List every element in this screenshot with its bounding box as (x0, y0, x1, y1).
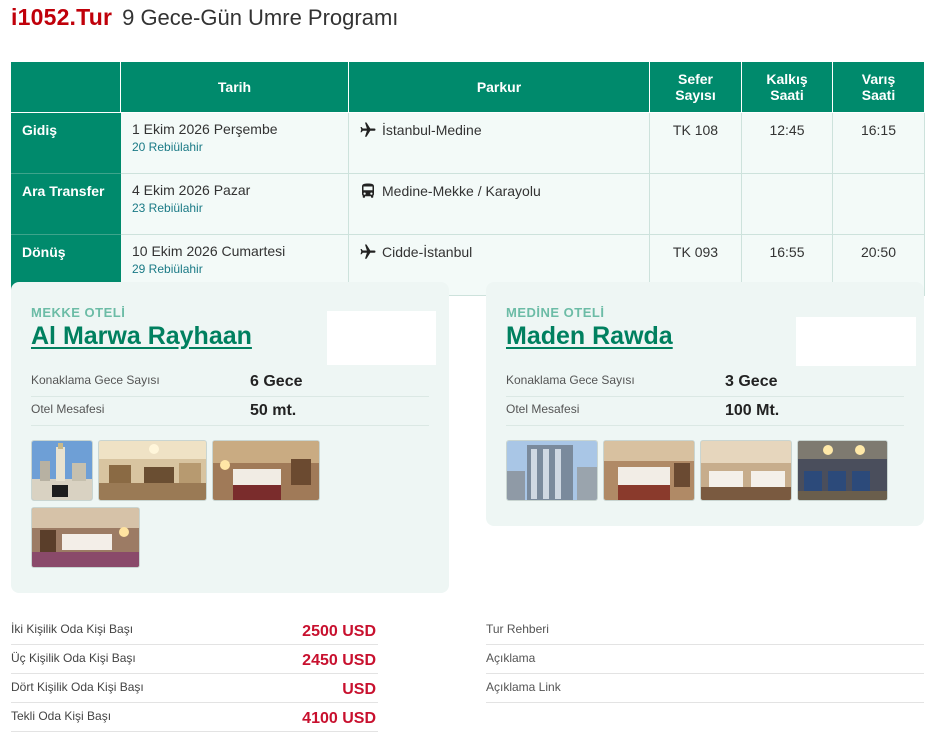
hotel-photo-thumbnail[interactable] (700, 440, 792, 501)
description-row: Açıklama (486, 644, 924, 674)
price-row: Üç Kişilik Oda Kişi Başı 2450 USD (11, 644, 378, 674)
tour-guide-label: Tur Rehberi (486, 622, 549, 636)
nights-label: Konaklama Gece Sayısı (506, 373, 635, 387)
hotel-photo-thumbnail[interactable] (98, 440, 207, 501)
hotel-logo (796, 317, 916, 366)
price-value: USD (342, 681, 376, 698)
distance-value: 100 Mt. (725, 402, 780, 419)
nights-value: 3 Gece (725, 373, 778, 390)
column-header-date: Tarih (120, 61, 349, 113)
row-label: Gidiş (11, 112, 121, 174)
column-header-departure: Kalkış Saati (741, 61, 833, 113)
hijri-date: 29 Rebiülahir (132, 262, 203, 276)
hotel-logo (327, 311, 436, 365)
column-header-route: Parkur (348, 61, 650, 113)
hotel-label: MEDİNE OTELİ (506, 305, 605, 320)
distance-label: Otel Mesafesi (31, 402, 105, 416)
hijri-date: 23 Rebiülahir (132, 201, 203, 215)
date-cell: 1 Ekim 2026 Perşembe 20 Rebiülahir (120, 112, 349, 174)
nights-value: 6 Gece (250, 373, 303, 390)
date-text: 1 Ekim 2026 Perşembe (132, 121, 278, 137)
route-cell: Medine-Mekke / Karayolu (348, 173, 650, 235)
table-header-row: Tarih Parkur Sefer Sayısı Kalkış Saati V… (11, 61, 925, 113)
price-value: 2450 USD (302, 652, 376, 669)
hotel-distance-row: Otel Mesafesi 50 mt. (31, 396, 429, 426)
nights-label: Konaklama Gece Sayısı (31, 373, 160, 387)
route-cell: İstanbul-Medine (348, 112, 650, 174)
flight-cell (649, 173, 742, 235)
distance-label: Otel Mesafesi (506, 402, 580, 416)
airplane-icon (360, 122, 376, 137)
column-header-empty (11, 61, 121, 113)
hotel-photo-thumbnail[interactable] (797, 440, 888, 501)
hotel-photo-thumbnail[interactable] (212, 440, 320, 501)
medine-hotel-card: MEDİNE OTELİ Maden Rawda Konaklama Gece … (486, 282, 924, 526)
departure-cell (741, 173, 833, 235)
price-value: 2500 USD (302, 623, 376, 640)
page-header: i1052.Tur 9 Gece-Gün Umre Programı (11, 4, 398, 34)
price-row: İki Kişilik Oda Kişi Başı 2500 USD (11, 615, 378, 645)
description-link-label: Açıklama Link (486, 680, 561, 694)
column-header-flight: Sefer Sayısı (649, 61, 742, 113)
date-cell: 4 Ekim 2026 Pazar 23 Rebiülahir (120, 173, 349, 235)
route-text: İstanbul-Medine (382, 122, 482, 138)
hotel-label: MEKKE OTELİ (31, 305, 126, 320)
price-label: Dört Kişilik Oda Kişi Başı (11, 680, 144, 694)
column-header-arrival: Varış Saati (832, 61, 925, 113)
description-label: Açıklama (486, 651, 536, 665)
arrival-cell: 16:15 (832, 112, 925, 174)
tour-code: i1052.Tur (11, 4, 113, 30)
bus-icon (362, 183, 374, 198)
date-text: 10 Ekim 2026 Cumartesi (132, 243, 286, 259)
price-value: 4100 USD (302, 710, 376, 727)
date-text: 4 Ekim 2026 Pazar (132, 182, 251, 198)
description-link-row: Açıklama Link (486, 673, 924, 703)
flight-cell: TK 108 (649, 112, 742, 174)
row-label: Ara Transfer (11, 173, 121, 235)
price-label: Üç Kişilik Oda Kişi Başı (11, 651, 136, 665)
route-text: Cidde-İstanbul (382, 244, 473, 260)
distance-value: 50 mt. (250, 402, 297, 419)
price-label: İki Kişilik Oda Kişi Başı (11, 622, 134, 636)
route-text: Medine-Mekke / Karayolu (382, 183, 541, 199)
price-row: Tekli Oda Kişi Başı 4100 USD (11, 702, 378, 732)
table-row: Ara Transfer 4 Ekim 2026 Pazar 23 Rebiüla… (11, 173, 925, 235)
mekke-hotel-card: MEKKE OTELİ Al Marwa Rayhaan Konaklama G… (11, 282, 449, 593)
hotel-name-link[interactable]: Al Marwa Rayhaan (31, 322, 252, 351)
table-row: Gidiş 1 Ekim 2026 Perşembe 20 Rebiülahir … (11, 112, 925, 174)
departure-cell: 12:45 (741, 112, 833, 174)
hotel-nights-row: Konaklama Gece Sayısı 6 Gece (31, 367, 429, 397)
hotel-photo-thumbnail[interactable] (506, 440, 598, 501)
hijri-date: 20 Rebiülahir (132, 140, 203, 154)
price-row: Dört Kişilik Oda Kişi Başı USD (11, 673, 378, 703)
airplane-icon (360, 244, 376, 259)
hotel-name-link[interactable]: Maden Rawda (506, 322, 673, 351)
flight-schedule-table: Tarih Parkur Sefer Sayısı Kalkış Saati V… (11, 61, 925, 296)
hotel-distance-row: Otel Mesafesi 100 Mt. (506, 396, 904, 426)
hotel-photo-thumbnail[interactable] (31, 440, 93, 501)
hotel-photo-thumbnail[interactable] (603, 440, 695, 501)
tour-guide-row: Tur Rehberi (486, 615, 924, 645)
page-title: 9 Gece-Gün Umre Programı (122, 5, 399, 30)
arrival-cell (832, 173, 925, 235)
hotel-photo-thumbnail[interactable] (31, 507, 140, 568)
price-label: Tekli Oda Kişi Başı (11, 709, 112, 723)
hotel-nights-row: Konaklama Gece Sayısı 3 Gece (506, 367, 904, 397)
